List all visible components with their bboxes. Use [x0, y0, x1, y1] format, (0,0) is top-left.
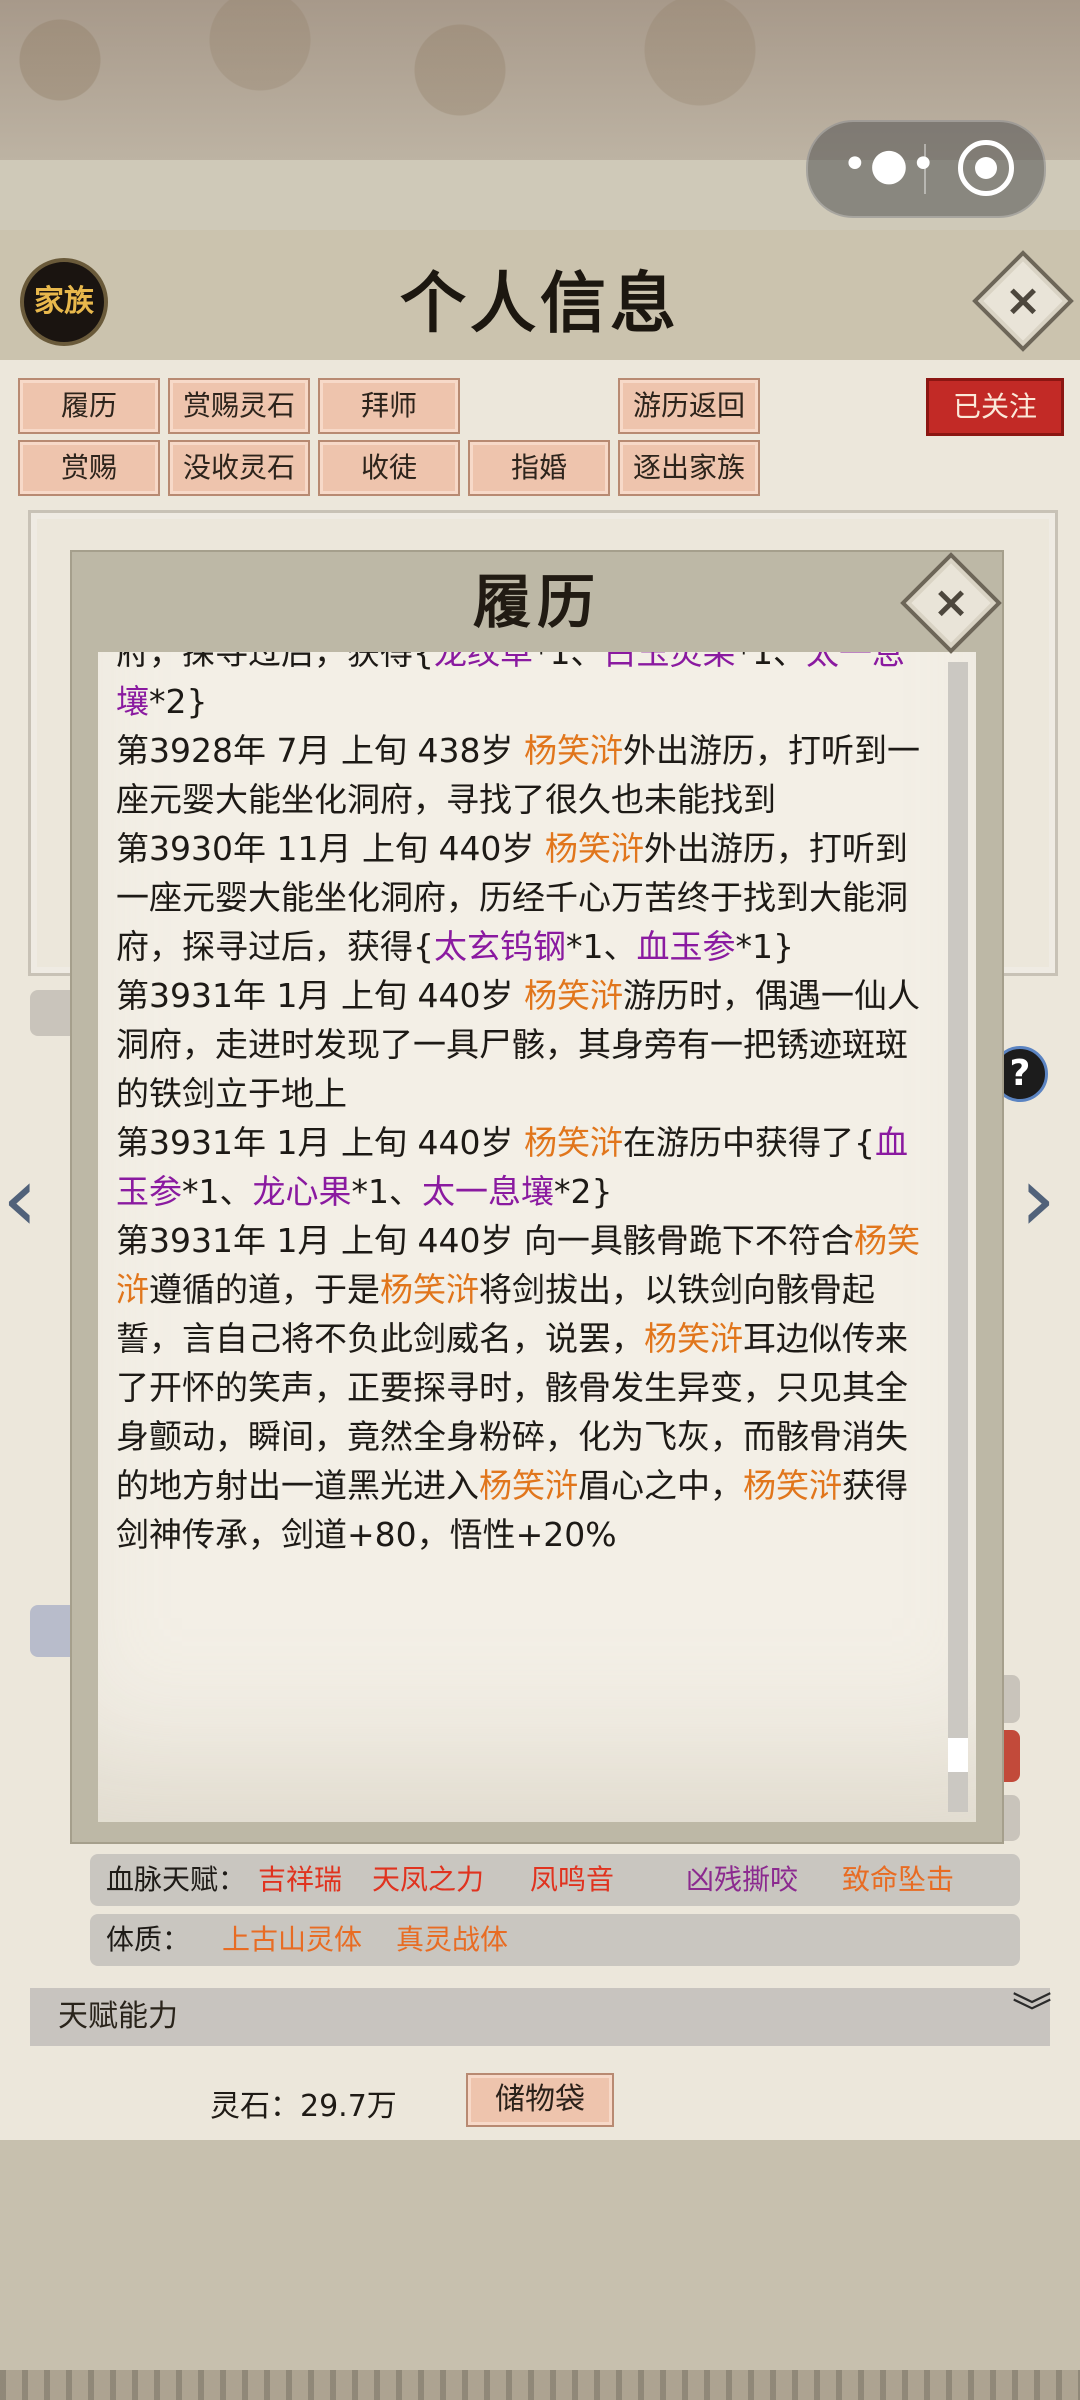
- resume-entry: 第3928年 7月 上旬 438岁 杨笑浒外出游历，打听到一座元婴大能坐化洞府，…: [116, 726, 936, 824]
- bloodline-item[interactable]: 吉祥瑞: [258, 1854, 342, 1906]
- entry-text: 遵循的道，于是: [149, 1270, 380, 1309]
- bottom-decoration: [0, 2140, 1080, 2400]
- return-travel-button[interactable]: 游历返回: [618, 378, 760, 434]
- reward-stones-button[interactable]: 赏赐灵石: [168, 378, 310, 434]
- character-name[interactable]: 杨笑浒: [743, 1466, 842, 1505]
- mini-program-capsule: •●•: [806, 120, 1046, 218]
- item-name[interactable]: 龙心果: [253, 1172, 352, 1211]
- bloodline-label: 血脉天赋：: [106, 1863, 247, 1896]
- character-name[interactable]: 杨笑浒: [524, 731, 623, 770]
- entry-text: 眉心之中，: [578, 1466, 743, 1505]
- target-icon[interactable]: [958, 140, 1014, 196]
- arrange-marriage-button[interactable]: 指婚: [468, 440, 610, 496]
- character-name[interactable]: 杨笑浒: [644, 1319, 743, 1358]
- item-name[interactable]: 血玉参: [637, 927, 736, 966]
- character-name[interactable]: 杨笑浒: [380, 1270, 479, 1309]
- entry-text: *2}: [554, 1172, 613, 1211]
- entry-text: *1、: [735, 652, 807, 672]
- take-disciple-button[interactable]: 收徒: [318, 440, 460, 496]
- resume-entry: 第3931年 1月 上旬 440岁 向一具骸骨跪下不符合杨笑浒遵循的道，于是杨笑…: [116, 1216, 936, 1559]
- scrollbar-thumb[interactable]: [948, 1738, 968, 1772]
- entry-text: 在游历中获得了{: [622, 1123, 875, 1162]
- apprentice-button[interactable]: 拜师: [318, 378, 460, 434]
- physique-item[interactable]: 真灵战体: [396, 1914, 508, 1966]
- entry-text: *1、: [182, 1172, 253, 1211]
- item-name[interactable]: 龙纹草: [434, 652, 533, 672]
- expel-button[interactable]: 逐出家族: [618, 440, 760, 496]
- page-title: 个人信息: [400, 264, 680, 342]
- physique-item[interactable]: 上古山灵体: [222, 1914, 362, 1966]
- physique-label: 体质：: [106, 1923, 191, 1956]
- talent-ability-bar[interactable]: 天赋能力: [30, 1988, 1050, 2046]
- followed-badge[interactable]: 已关注: [926, 378, 1064, 436]
- bottom-edge-decoration: [0, 2370, 1080, 2400]
- chevron-left-icon[interactable]: ‹: [2, 1155, 38, 1245]
- scrollbar-track[interactable]: [948, 662, 968, 1812]
- resume-button[interactable]: 履历: [18, 378, 160, 434]
- clan-badge-button[interactable]: 家族: [20, 258, 108, 346]
- resume-log[interactable]: 府，探寻过后，获得{龙纹草*1、白玉灵果*1、太一息壤*2} 第3928年 7月 …: [98, 652, 976, 1822]
- entry-text: *1、: [351, 1172, 423, 1211]
- entry-text: *2}: [149, 682, 208, 721]
- entry-text: *1、: [566, 927, 637, 966]
- bloodline-row: 血脉天赋： 吉祥瑞 天凤之力 凤鸣音 凶残撕咬 致命坠击: [90, 1854, 1020, 1906]
- bloodline-item[interactable]: 致命坠击: [842, 1854, 954, 1906]
- bloodline-item[interactable]: 凤鸣音: [530, 1854, 614, 1906]
- bloodline-item[interactable]: 凶残撕咬: [686, 1854, 798, 1906]
- character-name[interactable]: 杨笑浒: [524, 1123, 623, 1162]
- entry-text: *1、: [533, 652, 604, 672]
- chevron-right-icon[interactable]: ›: [1020, 1155, 1056, 1245]
- bloodline-item[interactable]: 天凤之力: [372, 1854, 484, 1906]
- item-name[interactable]: 白玉灵果: [604, 652, 736, 672]
- resume-entry: 第3930年 11月 上旬 440岁 杨笑浒外出游历，打听到一座元婴大能坐化洞府…: [116, 824, 936, 971]
- entry-text: 第3928年 7月 上旬 438岁: [116, 731, 524, 770]
- entry-text: 府，探寻过后，获得{: [116, 652, 434, 672]
- item-name[interactable]: 太一息壤: [422, 1172, 554, 1211]
- physique-row: 体质： 上古山灵体 真灵战体: [90, 1914, 1020, 1966]
- modal-title: 履历: [472, 568, 601, 636]
- item-name[interactable]: 太玄钨钢: [434, 927, 566, 966]
- double-chevron-down-icon[interactable]: ︾: [1012, 1988, 1052, 2038]
- entry-text: 第3930年 11月 上旬 440岁: [116, 829, 545, 868]
- close-icon: ×: [1004, 275, 1042, 326]
- entry-text: 第3931年 1月 上旬 440岁 向一具骸骨跪下不符合: [116, 1221, 854, 1260]
- reward-button[interactable]: 赏赐: [18, 440, 160, 496]
- resume-modal: 履历 府，探寻过后，获得{龙纹草*1、白玉灵果*1、太一息壤*2} 第3928年 …: [70, 550, 1004, 1844]
- character-name[interactable]: 杨笑浒: [545, 829, 644, 868]
- entry-text: 第3931年 1月 上旬 440岁: [116, 976, 524, 1015]
- resume-log-text: 府，探寻过后，获得{龙纹草*1、白玉灵果*1、太一息壤*2} 第3928年 7月 …: [116, 652, 936, 1559]
- character-name[interactable]: 杨笑浒: [479, 1466, 578, 1505]
- entry-text: 第3931年 1月 上旬 440岁: [116, 1123, 524, 1162]
- confiscate-stones-button[interactable]: 没收灵石: [168, 440, 310, 496]
- storage-bag-button[interactable]: 储物袋: [466, 2073, 614, 2127]
- spirit-stone-count: 灵石：29.7万: [210, 2089, 397, 2124]
- resume-entry: 第3931年 1月 上旬 440岁 杨笑浒在游历中获得了{血玉参*1、龙心果*1…: [116, 1118, 936, 1216]
- close-icon: ×: [932, 577, 970, 628]
- resume-entry: 府，探寻过后，获得{龙纹草*1、白玉灵果*1、太一息壤*2}: [116, 652, 936, 726]
- entry-text: *1}: [735, 927, 795, 966]
- resume-entry: 第3931年 1月 上旬 440岁 杨笑浒游历时，偶遇一仙人洞府，走进时发现了一…: [116, 971, 936, 1118]
- character-name[interactable]: 杨笑浒: [524, 976, 623, 1015]
- talent-ability-label: 天赋能力: [58, 1999, 178, 2034]
- capsule-divider: [924, 144, 926, 194]
